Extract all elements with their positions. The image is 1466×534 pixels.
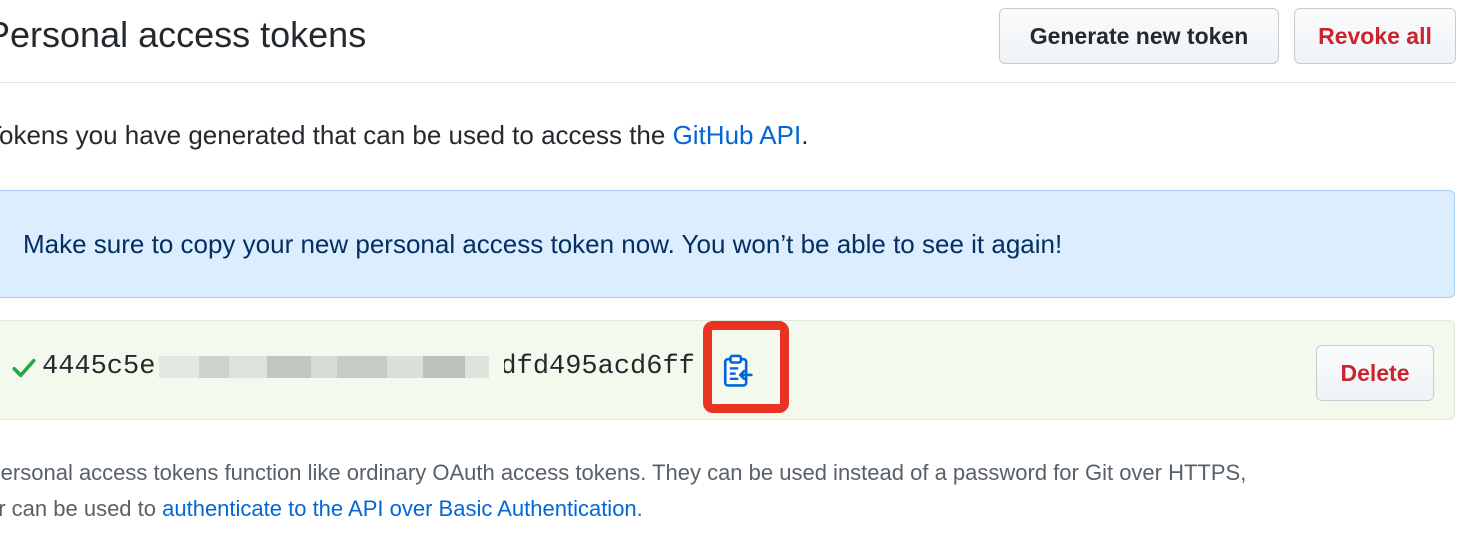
check-icon (12, 358, 36, 378)
token-help-text: Personal access tokens function like ord… (0, 455, 1446, 527)
generate-new-token-button[interactable]: Generate new token (999, 8, 1279, 64)
token-help-line-2: or can be used to authenticate to the AP… (0, 491, 1446, 527)
github-api-link[interactable]: GitHub API (673, 120, 802, 150)
token-help-line-2-text: or can be used to (0, 496, 163, 521)
token-help-line-2-period: . (636, 496, 643, 521)
delete-token-button[interactable]: Delete (1316, 345, 1434, 401)
clipboard-icon[interactable] (721, 354, 753, 388)
revoke-all-button[interactable]: Revoke all (1294, 8, 1456, 64)
page-title: Personal access tokens (0, 14, 367, 55)
token-help-line-1: Personal access tokens function like ord… (0, 460, 1247, 485)
basic-authentication-link[interactable]: authenticate to the API over Basic Authe… (162, 496, 637, 521)
page-header: Personal access tokens Generate new toke… (0, 0, 1456, 83)
tokens-description-period: . (801, 120, 809, 150)
tokens-description-text: Tokens you have generated that can be us… (0, 120, 673, 150)
new-token-row: 4445c5e dfd495acd6ff Delete (0, 320, 1455, 420)
redacted-token-segment (159, 347, 504, 387)
token-prefix: 4445c5e (42, 352, 156, 382)
token-suffix: dfd495acd6ff (500, 352, 695, 382)
tokens-description: Tokens you have generated that can be us… (0, 120, 808, 151)
page: Personal access tokens Generate new toke… (0, 0, 1456, 534)
copy-token-notice-text: Make sure to copy your new personal acce… (23, 229, 1063, 259)
copy-token-notice: Make sure to copy your new personal acce… (0, 190, 1455, 298)
